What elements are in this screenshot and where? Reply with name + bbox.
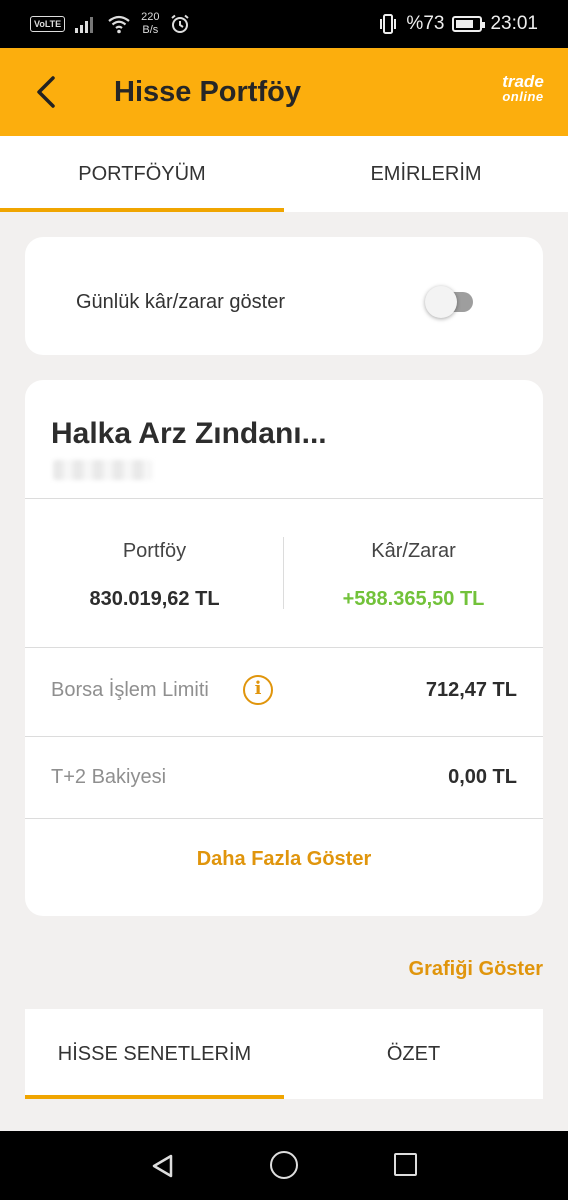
switch-knob: [425, 286, 457, 318]
logo-line-2: online: [502, 89, 544, 104]
portfolio-value-column: Portföy 830.019,62 TL: [25, 540, 284, 611]
divider: [25, 818, 543, 819]
trade-limit-label: Borsa İşlem Limiti: [51, 679, 209, 701]
portfolio-value: 830.019,62 TL: [89, 588, 220, 610]
trade-limit-value: 712,47 TL: [425, 679, 517, 701]
daily-pl-switch[interactable]: [425, 286, 475, 318]
nav-home-icon[interactable]: [270, 1151, 298, 1179]
page-title: Hisse Portföy: [114, 76, 301, 108]
info-icon[interactable]: i: [243, 675, 273, 705]
battery-percent: %73: [406, 13, 445, 34]
logo-line-1: trade: [502, 72, 544, 91]
pl-value: +588.365,50 TL: [342, 588, 485, 610]
vibrate-icon: [380, 14, 397, 34]
daily-pl-label: Günlük kâr/zarar göster: [76, 291, 285, 313]
network-speed: 220 B/s: [141, 11, 159, 37]
tab-my-stocks[interactable]: HİSSE SENETLERİM: [25, 1009, 284, 1099]
top-tabs: PORTFÖYÜM EMİRLERİM: [0, 136, 568, 212]
t2-balance-value: 0,00 TL: [448, 766, 517, 788]
daily-pl-toggle-card: Günlük kâr/zarar göster: [25, 237, 543, 355]
portfolio-card: Halka Arz Zındanı... Portföy 830.019,62 …: [25, 380, 543, 916]
redacted-account-number: [53, 460, 153, 480]
nav-back-icon[interactable]: [150, 1153, 176, 1179]
volte-badge: VoLTE: [30, 16, 66, 32]
battery-fill: [456, 20, 473, 28]
portfolio-label: Portföy: [122, 540, 187, 562]
trade-limit-row: Borsa İşlem Limiti i 712,47 TL: [25, 649, 543, 735]
tab-summary[interactable]: ÖZET: [284, 1009, 543, 1099]
nav-recent-apps-icon[interactable]: [394, 1153, 417, 1176]
speed-unit: B/s: [142, 24, 159, 36]
tab-orders[interactable]: EMİRLERİM: [284, 136, 568, 212]
back-arrow-icon[interactable]: [28, 72, 68, 112]
alarm-icon: [170, 14, 189, 33]
status-right: %73 23:01: [378, 10, 538, 38]
signal-icon: [75, 17, 94, 33]
show-more-button[interactable]: Daha Fazla Göster: [25, 848, 543, 871]
status-bar: VoLTE 220 B/s %73 23:01: [0, 0, 568, 48]
pl-label: Kâr/Zarar: [371, 540, 456, 562]
show-chart-link[interactable]: Grafiği Göster: [409, 958, 543, 981]
divider: [25, 498, 543, 499]
system-nav-bar: [0, 1131, 568, 1200]
clock: 23:01: [490, 13, 538, 34]
trade-online-logo: trade online: [498, 72, 548, 104]
battery-icon: [452, 16, 486, 32]
portfolio-name[interactable]: Halka Arz Zındanı...: [51, 417, 327, 451]
t2-balance-label: T+2 Bakiyesi: [51, 766, 167, 788]
t2-balance-row: T+2 Bakiyesi 0,00 TL: [25, 736, 543, 822]
divider: [25, 647, 543, 648]
wifi-icon: [108, 15, 130, 34]
tab-portfolio[interactable]: PORTFÖYÜM: [0, 136, 284, 212]
speed-value: 220: [141, 11, 160, 23]
status-left: VoLTE 220 B/s: [30, 10, 190, 38]
pl-column: Kâr/Zarar +588.365,50 TL: [284, 540, 543, 611]
bottom-tabs: HİSSE SENETLERİM ÖZET: [25, 1009, 543, 1099]
app-header: Hisse Portföy trade online: [0, 48, 568, 136]
